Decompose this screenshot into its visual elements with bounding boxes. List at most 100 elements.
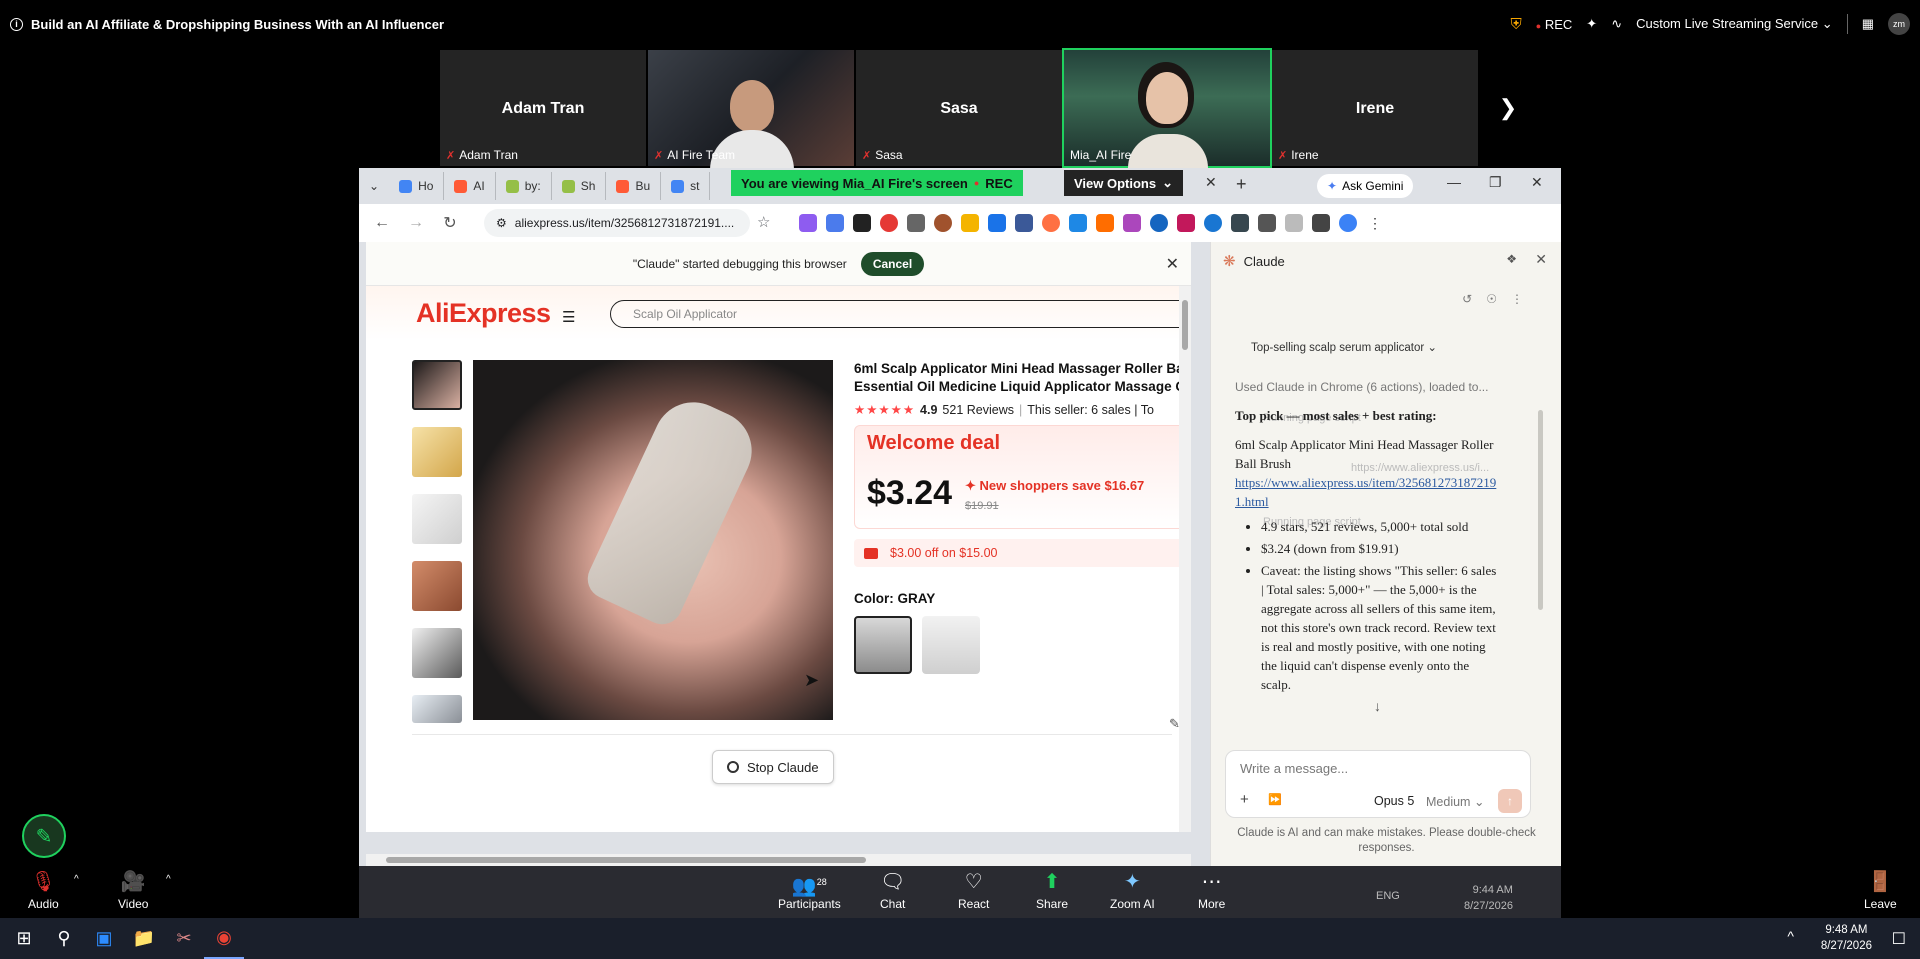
- notification-icon[interactable]: ☐: [1892, 929, 1906, 949]
- message-input[interactable]: Write a message... + ⏩ Opus 5 Medium ⌄ ↑: [1225, 750, 1531, 818]
- extension-icon[interactable]: [1177, 214, 1195, 232]
- task-title-dropdown[interactable]: Top-selling scalp serum applicator ⌄: [1251, 340, 1437, 354]
- extension-icon[interactable]: [1042, 214, 1060, 232]
- site-info-icon[interactable]: ⚙: [496, 216, 507, 230]
- browser-tab[interactable]: Sh: [552, 172, 607, 200]
- ai-sparkle-icon[interactable]: ✦: [1586, 16, 1597, 32]
- hamburger-menu-icon[interactable]: ☰: [562, 308, 575, 326]
- vertical-scrollbar[interactable]: [1179, 286, 1191, 832]
- recording-indicator[interactable]: ● REC: [1536, 17, 1573, 32]
- extension-icon[interactable]: [1123, 214, 1141, 232]
- audio-button[interactable]: 🎙 Audio: [28, 870, 59, 911]
- reviews-link[interactable]: 521 Reviews: [942, 403, 1014, 417]
- extension-icon[interactable]: [1096, 214, 1114, 232]
- product-title[interactable]: 6ml Scalp Applicator Mini Head Massager …: [854, 360, 1191, 378]
- chevron-up-icon[interactable]: ^: [74, 874, 79, 885]
- side-panel-icon[interactable]: [1285, 214, 1303, 232]
- snipping-tool-icon[interactable]: ✂: [164, 918, 204, 959]
- aliexpress-logo[interactable]: AliExpress: [416, 298, 551, 329]
- participant-tile-active-speaker[interactable]: Mia_AI Fire: [1062, 48, 1272, 168]
- scroll-down-arrow-icon[interactable]: ↓: [1374, 698, 1381, 714]
- coupon-row[interactable]: $3.00 off on $15.00: [854, 539, 1191, 567]
- close-icon[interactable]: ✕: [1166, 254, 1179, 274]
- product-thumbnail[interactable]: [412, 695, 462, 723]
- browser-tab[interactable]: st: [661, 172, 711, 200]
- participant-tile[interactable]: Irene ✗ Irene: [1272, 50, 1478, 166]
- maximize-icon[interactable]: ❐: [1489, 174, 1502, 191]
- pin-icon[interactable]: ❖: [1506, 252, 1517, 266]
- chevron-up-icon[interactable]: ^: [1787, 928, 1794, 944]
- url-field[interactable]: ⚙ aliexpress.us/item/3256812731872191...…: [484, 209, 750, 237]
- chrome-icon[interactable]: ◉: [204, 918, 244, 959]
- service-dropdown[interactable]: Custom Live Streaming Service ⌄: [1636, 16, 1833, 32]
- participant-tile[interactable]: Adam Tran ✗ Adam Tran: [440, 50, 646, 166]
- scrollbar-thumb[interactable]: [386, 857, 866, 863]
- product-thumbnail[interactable]: [412, 628, 462, 678]
- info-icon[interactable]: i: [10, 17, 23, 31]
- horizontal-scrollbar[interactable]: [366, 854, 1191, 866]
- search-icon[interactable]: ⚲: [44, 918, 84, 959]
- product-thumbnail[interactable]: [412, 494, 462, 544]
- chevron-up-icon[interactable]: ^: [166, 874, 171, 885]
- cancel-button[interactable]: Cancel: [860, 251, 925, 276]
- tab-list-button[interactable]: ⌄: [359, 172, 389, 200]
- more-button[interactable]: ⋯ More: [1198, 870, 1225, 911]
- streaming-icon[interactable]: ∿: [1611, 16, 1622, 32]
- new-tab-icon[interactable]: +: [1236, 174, 1247, 195]
- shield-icon[interactable]: ⛨: [1511, 16, 1522, 33]
- menu-kebab-icon[interactable]: ⋮: [1366, 214, 1384, 232]
- fast-forward-icon[interactable]: ⏩: [1268, 793, 1282, 806]
- browser-tab[interactable]: Bu: [606, 172, 662, 200]
- history-icon[interactable]: ↺: [1462, 292, 1472, 306]
- product-main-image[interactable]: ➤: [473, 360, 833, 720]
- product-thumbnail[interactable]: [412, 427, 462, 477]
- share-button[interactable]: ⬆ Share: [1036, 870, 1068, 911]
- extension-icon[interactable]: [961, 214, 979, 232]
- send-icon[interactable]: ↑: [1498, 789, 1522, 813]
- close-window-icon[interactable]: ✕: [1531, 174, 1543, 191]
- zoom-ai-button[interactable]: ✦ Zoom AI: [1110, 870, 1155, 911]
- extension-icon[interactable]: [853, 214, 871, 232]
- color-swatch[interactable]: [922, 616, 980, 674]
- tab-close-icon[interactable]: ✕: [1205, 174, 1217, 191]
- extension-icon[interactable]: [907, 214, 925, 232]
- puzzle-icon[interactable]: [1258, 214, 1276, 232]
- participant-tile[interactable]: ✗ AI Fire Team: [648, 50, 854, 170]
- participants-button[interactable]: 👥28 Participants: [778, 870, 841, 911]
- product-title-line-2[interactable]: Essential Oil Medicine Liquid Applicator…: [854, 378, 1191, 396]
- model-selector[interactable]: Opus 5: [1374, 794, 1414, 808]
- more-options-icon[interactable]: ⋮: [1511, 292, 1523, 306]
- view-options-button[interactable]: View Options ⌄: [1064, 170, 1184, 196]
- extension-icon[interactable]: [1204, 214, 1222, 232]
- stop-claude-button[interactable]: Stop Claude: [712, 750, 834, 784]
- chevron-right-icon[interactable]: ❯: [1488, 50, 1528, 166]
- forward-icon[interactable]: →: [399, 214, 433, 232]
- product-link[interactable]: https://www.aliexpress.us/item/325681273…: [1235, 473, 1500, 511]
- windows-start-icon[interactable]: ⊞: [4, 918, 44, 959]
- panel-scrollbar[interactable]: [1538, 410, 1543, 610]
- actions-summary[interactable]: Used Claude in Chrome (6 actions), loade…: [1235, 380, 1488, 394]
- extension-icon[interactable]: [1015, 214, 1033, 232]
- video-button[interactable]: 🎥 Video: [118, 870, 148, 911]
- browser-tab[interactable]: AI: [444, 172, 496, 200]
- chat-button[interactable]: 🗨 Chat: [880, 870, 905, 911]
- react-button[interactable]: ♡ React: [958, 870, 989, 911]
- bookmark-star-icon[interactable]: ☆: [757, 213, 770, 231]
- file-explorer-icon[interactable]: 📁: [124, 918, 164, 959]
- profile-avatar[interactable]: [1339, 214, 1357, 232]
- color-swatch-gray[interactable]: [854, 616, 912, 674]
- minimize-icon[interactable]: —: [1447, 174, 1461, 190]
- ask-gemini-button[interactable]: ✦ Ask Gemini: [1317, 174, 1414, 198]
- product-thumbnail[interactable]: [412, 561, 462, 611]
- product-thumbnail[interactable]: [412, 360, 462, 410]
- effort-selector[interactable]: Medium ⌄: [1426, 794, 1484, 809]
- view-grid-icon[interactable]: ▦: [1862, 16, 1874, 32]
- avatar[interactable]: zm: [1888, 13, 1910, 35]
- extension-icon[interactable]: [1150, 214, 1168, 232]
- extension-icon[interactable]: [826, 214, 844, 232]
- extension-icon[interactable]: [1069, 214, 1087, 232]
- extension-icon[interactable]: [799, 214, 817, 232]
- extension-icon[interactable]: [880, 214, 898, 232]
- extension-icon[interactable]: [988, 214, 1006, 232]
- zoom-app-icon[interactable]: ▣: [84, 918, 124, 959]
